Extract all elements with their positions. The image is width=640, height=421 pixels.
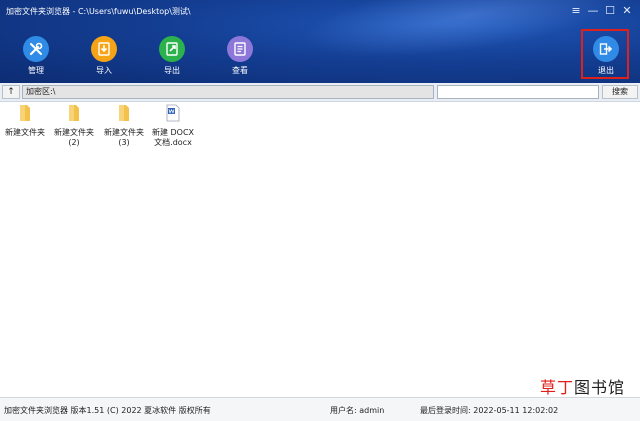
status-bar: 加密文件夹浏览器 版本1.51 (C) 2022 夏冰软件 版权所有 用户名: … — [0, 397, 640, 421]
import-icon — [91, 36, 117, 62]
watermark-rest: 图书馆 — [574, 378, 626, 397]
window-title: 加密文件夹浏览器 - C:\Users\fuwu\Desktop\测试\ — [6, 7, 191, 16]
file-item-folder-1[interactable]: 新建文件夹 — [0, 104, 50, 138]
app-info: 加密文件夹浏览器 版本1.51 (C) 2022 夏冰软件 版权所有 — [4, 406, 211, 415]
up-button[interactable]: ↑ — [2, 85, 20, 99]
user-info: 用户名: admin — [330, 406, 385, 415]
maximize-button[interactable]: ☐ — [602, 4, 618, 18]
file-item-folder-2[interactable]: 新建文件夹 (2) — [49, 104, 99, 148]
import-label: 导入 — [96, 66, 112, 75]
path-bar: ↑ 加密区:\ 搜索 — [0, 83, 640, 102]
search-input[interactable] — [437, 85, 599, 99]
exit-button[interactable]: 退出 — [584, 36, 628, 76]
exit-icon — [593, 36, 619, 62]
file-name: 新建文件夹 (2) — [54, 128, 94, 147]
export-icon — [159, 36, 185, 62]
watermark: 草丁图书馆 — [540, 374, 625, 398]
export-label: 导出 — [164, 66, 180, 75]
word-document-icon — [166, 104, 180, 122]
watermark-accent: 草丁 — [540, 378, 575, 397]
folder-icon — [69, 105, 79, 121]
view-button[interactable]: 查看 — [218, 36, 262, 76]
manage-button[interactable]: 管理 — [14, 36, 58, 76]
manage-label: 管理 — [28, 66, 44, 75]
file-item-folder-3[interactable]: 新建文件夹 (3) — [99, 104, 149, 148]
view-label: 查看 — [232, 66, 248, 75]
exit-label: 退出 — [598, 66, 614, 75]
file-item-docx[interactable]: 新建 DOCX 文档.docx — [148, 104, 198, 148]
menu-icon[interactable]: ≡ — [568, 4, 584, 18]
file-name: 新建文件夹 — [5, 128, 45, 137]
last-login-info: 最后登录时间: 2022-05-11 12:02:02 — [420, 406, 559, 415]
title-bar: 加密文件夹浏览器 - C:\Users\fuwu\Desktop\测试\ ≡ —… — [0, 0, 640, 83]
folder-icon — [20, 105, 30, 121]
path-input[interactable]: 加密区:\ — [22, 85, 434, 99]
tools-icon — [23, 36, 49, 62]
import-button[interactable]: 导入 — [82, 36, 126, 76]
folder-icon — [119, 105, 129, 121]
file-name: 新建文件夹 (3) — [104, 128, 144, 147]
minimize-button[interactable]: — — [585, 4, 601, 18]
file-name: 新建 DOCX 文档.docx — [151, 128, 195, 147]
view-icon — [227, 36, 253, 62]
export-button[interactable]: 导出 — [150, 36, 194, 76]
search-button[interactable]: 搜索 — [602, 85, 638, 99]
close-button[interactable]: ✕ — [619, 4, 635, 18]
